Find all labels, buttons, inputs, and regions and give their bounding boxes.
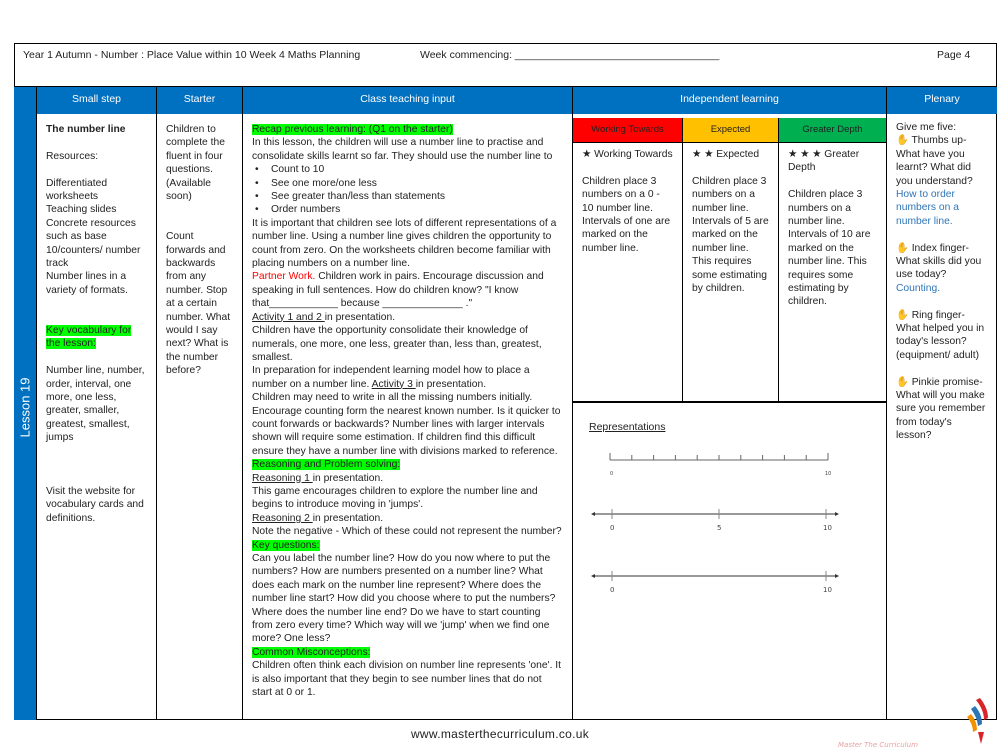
hand-icon: ✋	[896, 135, 912, 147]
page-header: Year 1 Autumn - Number : Place Value wit…	[14, 43, 997, 87]
master-the-curriculum-logo: Master The Curriculum	[838, 698, 988, 749]
level-title: Expected	[716, 149, 760, 160]
teaching-text: Note the negative - Which of these could…	[252, 526, 562, 538]
col-header-plenary: Plenary	[887, 87, 997, 114]
list-item: Count to 10	[252, 163, 563, 177]
col-header-independent: Independent learning	[573, 87, 887, 114]
level-cell: ★ ★ ★ Greater Depth Children place 3 num…	[779, 143, 887, 403]
level-cell: ★ ★ Expected Children place 3 numbers on…	[683, 143, 779, 403]
number-line-ruler: 0 10	[609, 453, 831, 477]
teaching-text: in presentation.	[312, 512, 384, 524]
level-text: Children place 3 numbers on a 0 - 10 num…	[582, 175, 671, 254]
col-header-teaching: Class teaching input	[243, 87, 573, 114]
hand-icon: ✋	[896, 242, 912, 254]
teaching-text: Can you label the number line? How do yo…	[252, 553, 556, 645]
starter-text: Count forwards and backwards from any nu…	[166, 231, 231, 377]
level-title: Working Towards	[594, 149, 673, 160]
tick-label: 0	[610, 586, 614, 594]
col-header-starter: Starter	[157, 87, 243, 114]
star-icon: ★ ★	[692, 149, 717, 160]
step-title: The number line	[46, 124, 126, 135]
number-lines: 0 10 0 10 5 0 10	[591, 453, 839, 594]
list-item: See greater than/less than statements	[252, 190, 563, 204]
small-step-cell: The number line Resources: Differentiate…	[36, 114, 157, 720]
level-header-2: Greater Depth	[779, 118, 887, 143]
hand-icon: ✋	[896, 309, 912, 321]
teaching-text: This game encourages children to explore…	[252, 485, 538, 511]
teaching-text: in presentation.	[312, 472, 384, 484]
list-item: See one more/one less	[252, 177, 563, 191]
level-text: Children place 3 numbers on a number lin…	[788, 189, 871, 308]
teaching-text: In this lesson, the children will use a …	[252, 137, 553, 162]
resource-item: Number lines in a variety of formats.	[46, 271, 128, 296]
teaching-text: Children have the opportunity consolidat…	[252, 325, 542, 363]
list-item: Order numbers	[252, 203, 563, 217]
level-cell: ★ Working Towards Children place 3 numbe…	[573, 143, 683, 403]
resource-item: Teaching slides	[46, 204, 117, 216]
svg-text:Master The Curriculum: Master The Curriculum	[838, 741, 918, 749]
vocab-label: Key vocabulary for the lesson:	[46, 325, 132, 350]
skills-list: Count to 10 See one more/one less See gr…	[252, 163, 563, 217]
starter-cell: Children to complete the fluent in four …	[157, 114, 243, 720]
recap-heading: Recap previous learning: (Q1 on the star…	[252, 124, 453, 135]
resource-item: Concrete resources such as base 10/count…	[46, 217, 141, 270]
level-text: Children place 3 numbers on a number lin…	[692, 175, 769, 295]
representations-label: Representations	[589, 421, 666, 433]
teaching-cell: Recap previous learning: (Q1 on the star…	[243, 114, 573, 720]
activity-link: Reasoning 1	[252, 472, 313, 484]
resource-item: Differentiated worksheets	[46, 177, 108, 202]
level-header-1: Expected	[683, 118, 779, 143]
lesson-label-bar: Lesson 19	[14, 87, 36, 720]
page-number: Page 4	[937, 49, 971, 61]
activity-link: Activity 3	[371, 378, 416, 390]
star-icon: ★ ★ ★	[788, 149, 825, 160]
plan-title: Year 1 Autumn - Number : Place Value wit…	[23, 49, 361, 61]
tick-label: 10	[823, 524, 832, 532]
tick-label: 10	[823, 586, 832, 594]
partner-work-label: Partner Work.	[252, 271, 316, 283]
website-note: Visit the website for vocabulary cards a…	[46, 485, 144, 524]
resources-label: Resources:	[46, 150, 99, 162]
misconceptions-heading: Common Misconceptions:	[252, 646, 371, 658]
level-header-0: Working Towards	[573, 118, 683, 143]
tick-label: 10	[825, 471, 831, 477]
teaching-text: Children often think each division on nu…	[252, 660, 562, 699]
starter-text: Children to complete the fluent in four …	[166, 124, 225, 203]
activity-link: Activity 1 and 2	[252, 311, 325, 323]
lesson-label: Lesson 19	[17, 377, 33, 438]
star-icon: ★	[582, 149, 595, 160]
number-line-arrows: 0 10 5	[591, 509, 839, 532]
col-header-small-step: Small step	[36, 87, 157, 114]
vocab-list: Number line, number, order, interval, on…	[46, 365, 145, 444]
plenary-answer: How to order numbers on a number line.	[896, 189, 959, 227]
teaching-text: in presentation.	[415, 378, 487, 390]
week-commencing: Week commencing: _______________________…	[420, 49, 720, 61]
plenary-cell: Give me five: ✋ Thumbs up- What have you…	[887, 114, 997, 720]
teaching-text: Children may need to write in all the mi…	[252, 392, 561, 457]
number-line-arrows: 0 10	[591, 571, 839, 594]
reasoning-heading: Reasoning and Problem solving:	[252, 459, 401, 471]
key-questions-heading: Key questions:	[252, 539, 320, 551]
teaching-text: It is important that children see lots o…	[252, 217, 557, 270]
plenary-intro: Give me five:	[896, 122, 957, 133]
hand-icon: ✋	[896, 376, 912, 388]
tick-label: 0	[610, 524, 614, 532]
tick-label: 5	[717, 524, 721, 532]
plenary-answer: Counting.	[896, 282, 941, 294]
activity-link: Reasoning 2	[252, 512, 313, 524]
teaching-text: in presentation.	[324, 311, 396, 323]
tick-label: 0	[610, 471, 613, 477]
